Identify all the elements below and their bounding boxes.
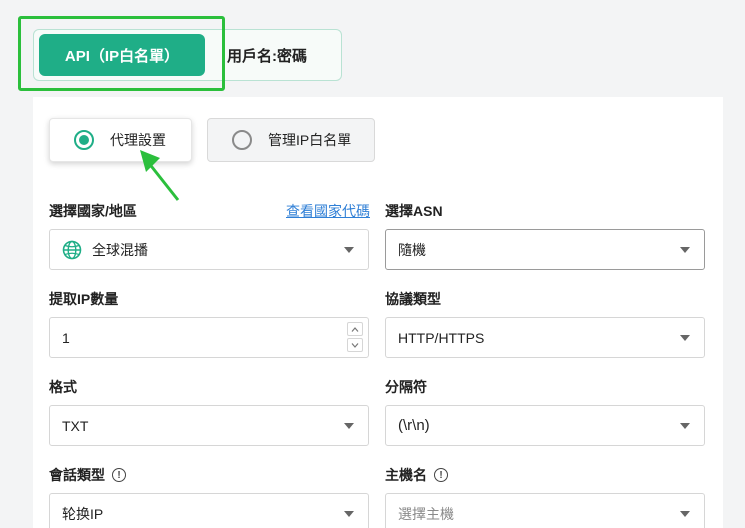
quantity-input-value: 1 xyxy=(62,329,70,346)
chevron-down-icon xyxy=(344,423,354,429)
info-icon[interactable]: ! xyxy=(434,468,448,482)
radio-manage-whitelist[interactable]: 管理IP白名單 xyxy=(207,118,375,162)
format-label-text: 格式 xyxy=(49,379,77,395)
chevron-down-icon xyxy=(680,335,690,341)
separator-label-text: 分隔符 xyxy=(385,379,427,395)
asn-select[interactable]: 隨機 xyxy=(385,229,705,270)
protocol-label-text: 協議類型 xyxy=(385,291,441,307)
chevron-down-icon xyxy=(344,511,354,517)
country-label-text: 選擇國家/地區 xyxy=(49,203,137,219)
session-type-label: 會話類型 ! xyxy=(49,465,126,485)
protocol-select[interactable]: HTTP/HTTPS xyxy=(385,317,705,358)
chevron-up-icon xyxy=(351,326,359,332)
tab-username-password-label: 用戶名:密碼 xyxy=(227,47,307,65)
chevron-down-small-icon xyxy=(351,342,359,348)
stepper-down-button[interactable] xyxy=(347,338,363,352)
country-label: 選擇國家/地區 xyxy=(49,201,137,221)
radio-unselected-icon xyxy=(232,130,252,150)
asn-label-text: 選擇ASN xyxy=(385,203,443,219)
asn-select-value: 隨機 xyxy=(398,241,426,258)
quantity-label: 提取IP數量 xyxy=(49,289,118,309)
separator-select[interactable]: (\r\n) xyxy=(385,405,705,446)
radio-manage-whitelist-label: 管理IP白名單 xyxy=(268,132,352,148)
quantity-input[interactable]: 1 xyxy=(49,317,369,358)
stepper-up-button[interactable] xyxy=(347,322,363,336)
hostname-label-text: 主機名 xyxy=(385,467,427,483)
annotation-arrow-icon xyxy=(140,150,180,201)
session-type-select[interactable]: 轮换IP xyxy=(49,493,369,528)
tab-api-whitelist[interactable]: API（IP白名單） xyxy=(39,34,205,76)
country-select[interactable]: 全球混播 xyxy=(49,229,369,270)
auth-mode-tabs: API（IP白名單） 用戶名:密碼 xyxy=(33,29,342,81)
chevron-down-icon xyxy=(680,511,690,517)
separator-select-value: (\r\n) xyxy=(398,417,430,434)
session-type-select-value: 轮换IP xyxy=(62,505,104,522)
quantity-label-text: 提取IP數量 xyxy=(49,291,119,307)
session-type-label-text: 會話類型 xyxy=(49,467,105,483)
format-select[interactable]: TXT xyxy=(49,405,369,446)
chevron-down-icon xyxy=(680,423,690,429)
format-select-value: TXT xyxy=(62,417,89,434)
hostname-label: 主機名 ! xyxy=(385,465,448,485)
tab-username-password[interactable]: 用戶名:密碼 xyxy=(227,34,307,76)
globe-icon xyxy=(62,240,82,260)
quantity-stepper xyxy=(347,322,363,354)
hostname-select-placeholder: 選擇主機 xyxy=(398,505,454,522)
chevron-down-icon xyxy=(680,247,690,253)
chevron-down-icon xyxy=(344,247,354,253)
radio-selected-icon xyxy=(74,130,94,150)
info-icon[interactable]: ! xyxy=(112,468,126,482)
hostname-select[interactable]: 選擇主機 xyxy=(385,493,705,528)
separator-label: 分隔符 xyxy=(385,377,427,397)
format-label: 格式 xyxy=(49,377,77,397)
view-country-codes-link[interactable]: 查看國家代碼 xyxy=(286,201,370,221)
asn-label: 選擇ASN xyxy=(385,201,443,221)
tab-api-whitelist-label: API（IP白名單） xyxy=(64,47,180,65)
protocol-select-value: HTTP/HTTPS xyxy=(398,329,485,346)
protocol-label: 協議類型 xyxy=(385,289,441,309)
country-select-value: 全球混播 xyxy=(92,241,148,258)
